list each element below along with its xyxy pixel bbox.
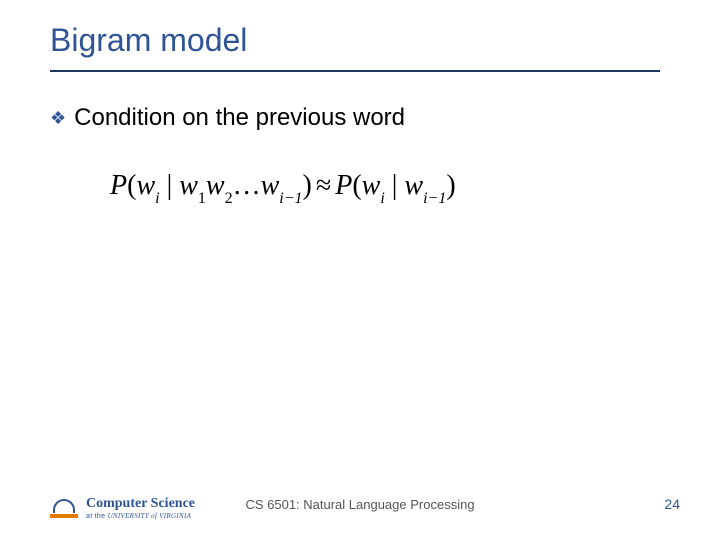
eq-sub-i-r: i xyxy=(380,190,384,207)
footer: Computer Science at the UNIVERSITY of VI… xyxy=(0,480,720,520)
eq-sub-i: i xyxy=(155,190,159,207)
eq-approx: ≈ xyxy=(312,170,335,201)
eq-wim1: w xyxy=(261,170,280,201)
slide-title: Bigram model xyxy=(50,22,247,59)
bullet-text: Condition on the previous word xyxy=(74,104,405,132)
logo-line2-prefix: at the xyxy=(86,513,108,520)
eq-bar2: | xyxy=(385,170,405,201)
logo-line2: at the UNIVERSITY of VIRGINIA xyxy=(86,513,195,520)
diamond-bullet-icon: ❖ xyxy=(50,104,66,132)
eq-sub-1: 1 xyxy=(198,190,206,207)
eq-ellipsis: … xyxy=(233,170,261,201)
eq-w-r2: w xyxy=(404,170,423,201)
eq-close: ) xyxy=(303,170,312,201)
eq-bar: | xyxy=(160,170,180,201)
eq-P: P xyxy=(110,170,127,201)
eq-w-r: w xyxy=(362,170,381,201)
eq-sub-im1: i−1 xyxy=(279,190,302,207)
logo-line2-uva: UNIVERSITY of VIRGINIA xyxy=(108,512,192,520)
eq-w: w xyxy=(136,170,155,201)
footer-center: CS 6501: Natural Language Processing xyxy=(0,497,720,512)
title-underline xyxy=(50,70,660,72)
eq-w2: w xyxy=(206,170,225,201)
eq-sub-2: 2 xyxy=(225,190,233,207)
eq-P2: P xyxy=(335,170,352,201)
page-number: 24 xyxy=(664,496,680,512)
eq-open2: ( xyxy=(352,170,361,201)
bullet-item: ❖ Condition on the previous word xyxy=(50,104,405,132)
eq-sub-im1-r: i−1 xyxy=(423,190,446,207)
slide: Bigram model ❖ Condition on the previous… xyxy=(0,0,720,540)
eq-w1: w xyxy=(179,170,198,201)
equation: P(wi | w1w2…wi−1)≈P(wi | wi−1) xyxy=(110,170,456,206)
eq-close2: ) xyxy=(446,170,455,201)
